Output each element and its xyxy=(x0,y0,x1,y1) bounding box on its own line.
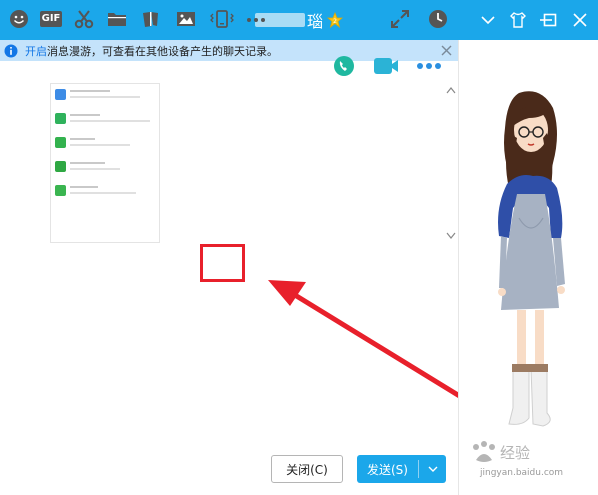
enable-roaming-link[interactable]: 开启 xyxy=(25,43,47,59)
baidu-jingyan-logo: 经验 xyxy=(473,441,530,462)
notice-text: 消息漫游，可查看在其他设备产生的聊天记录。 xyxy=(47,44,278,58)
skin-shirt-icon[interactable] xyxy=(506,8,530,32)
folder-icon[interactable] xyxy=(106,8,128,30)
phone-call-icon[interactable] xyxy=(333,55,355,77)
svg-text:2: 2 xyxy=(333,18,337,25)
list-item xyxy=(55,87,157,109)
info-icon xyxy=(4,44,18,57)
send-options-dropdown[interactable] xyxy=(419,455,446,483)
star-crown-badge-icon[interactable]: 2 xyxy=(327,12,343,28)
more-apps-icon[interactable] xyxy=(416,60,442,72)
maximize-icon-box[interactable] xyxy=(538,8,562,32)
wechat-team-icon xyxy=(55,185,66,196)
scissors-icon[interactable] xyxy=(73,8,95,30)
list-item xyxy=(55,183,157,205)
contact-show-panel xyxy=(459,40,598,495)
close-button[interactable]: 关闭(C) xyxy=(271,455,343,483)
send-button[interactable]: 发送(S) xyxy=(357,455,446,483)
news-app-icon xyxy=(55,89,66,100)
more-dots-icon[interactable] xyxy=(244,8,266,30)
send-button-label: 发送(S) xyxy=(367,462,408,477)
close-icon[interactable] xyxy=(441,45,452,56)
shake-window-icon[interactable] xyxy=(210,8,234,30)
sent-screenshot-image[interactable] xyxy=(50,83,160,243)
clock-history-icon[interactable] xyxy=(427,8,449,30)
list-item xyxy=(55,111,157,133)
svg-text:经验: 经验 xyxy=(500,444,530,462)
image-icon[interactable] xyxy=(175,8,197,30)
scroll-down-arrow-icon[interactable] xyxy=(446,232,456,240)
list-item xyxy=(55,135,157,157)
scroll-up-arrow-icon[interactable] xyxy=(446,86,456,94)
shake-icon-highlight-box xyxy=(200,244,245,282)
gif-label: GIF xyxy=(39,11,63,27)
security-center-icon xyxy=(55,161,66,172)
video-call-icon[interactable] xyxy=(373,55,399,77)
avatar-show-figure xyxy=(498,91,565,427)
emoji-icon[interactable] xyxy=(8,8,30,30)
stickers-icon[interactable] xyxy=(140,8,162,30)
close-icon[interactable] xyxy=(568,8,592,32)
wechat-pay-icon xyxy=(55,137,66,148)
browser-app-icon xyxy=(55,113,66,124)
expand-icon[interactable] xyxy=(389,8,411,30)
gif-icon[interactable]: GIF xyxy=(39,8,63,30)
list-item xyxy=(55,159,157,181)
chevron-down-icon xyxy=(428,466,437,472)
chevron-down-icon[interactable] xyxy=(476,8,500,32)
watermark-text: jingyan.baidu.com xyxy=(480,468,564,478)
window-title: 瑙 xyxy=(306,12,323,31)
